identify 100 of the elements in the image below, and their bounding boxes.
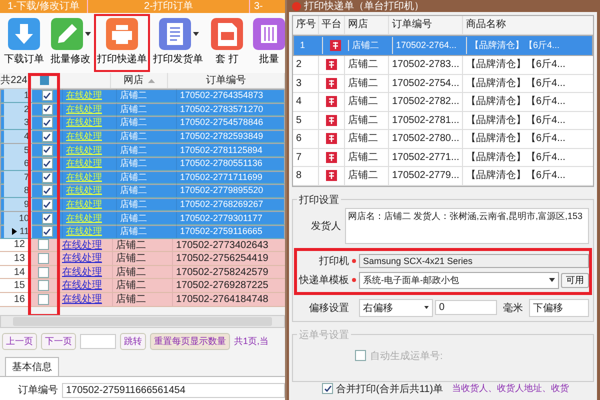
order-row[interactable]: 7 店铺二 170502-2771... 【品牌清仓】【6斤4... (293, 148, 593, 167)
next-page-button[interactable]: 下一页 (41, 332, 76, 350)
offset-input[interactable]: 0 (435, 300, 497, 315)
column-header[interactable]: 网店 (111, 73, 168, 88)
row-checkbox[interactable] (42, 117, 52, 128)
table-cell-text: 【品牌清仓】【6斤4... (465, 94, 566, 109)
row-checkbox[interactable] (42, 104, 52, 115)
row-checkbox[interactable] (38, 280, 48, 292)
platform-icon (326, 170, 337, 182)
table-cell: 170502-2779... (389, 167, 463, 184)
order-row[interactable]: 16 在线处理 店铺二 170502-2764184748 (0, 292, 285, 306)
table-cell: 店铺二 (112, 279, 172, 292)
order-row[interactable]: 12 在线处理 店铺二 170502-2773402643 (0, 238, 285, 252)
table-cell: 170502-2779895520 (176, 184, 281, 198)
row-checkbox[interactable] (38, 266, 48, 278)
order-number-field[interactable]: 170502-275911666561454 (62, 382, 285, 398)
order-row[interactable]: 3 店铺二 170502-2754... 【品牌清仓】【6斤4... (293, 74, 593, 93)
select-all-icon[interactable] (40, 76, 48, 85)
toolbar-button[interactable]: 打印快递单 (94, 14, 150, 72)
order-row[interactable]: 14 在线处理 店铺二 170502-2758242579 (0, 266, 285, 280)
toolbar-button[interactable]: 批量修改 (47, 14, 94, 72)
group-title: 运单号设置 (297, 328, 351, 342)
row-checkbox[interactable] (38, 239, 48, 250)
order-row[interactable]: 15 在线处理 店铺二 170502-2769287225 (0, 279, 285, 293)
column-header[interactable]: 订单编号 (168, 73, 285, 88)
row-checkbox[interactable] (38, 294, 48, 305)
available-button[interactable]: 可用 (561, 272, 589, 288)
offset-dropdown[interactable]: 下偏移 (529, 298, 589, 316)
row-checkbox[interactable] (42, 144, 52, 156)
row-checkbox[interactable] (38, 252, 48, 264)
row-number: 12 (0, 238, 28, 252)
row-number: 14 (0, 266, 28, 278)
table-cell: 店铺二 (349, 36, 393, 54)
row-checkbox[interactable] (42, 90, 52, 102)
column-header[interactable]: 网店 (345, 16, 389, 34)
table-cell: 6 (293, 130, 319, 148)
row-count-header: 共224 (0, 73, 29, 88)
sender-field[interactable]: 网店名：店铺二 发货人：张树涵,云南省,昆明市,富源区,153 (345, 208, 589, 244)
field-label: 快递单模板 (298, 274, 349, 287)
table-cell: 170502-2780551136 (176, 157, 281, 170)
table-cell: 店铺二 (112, 292, 172, 306)
status-link[interactable]: 在线处理 (62, 240, 102, 251)
merge-note: 当收货人、收货人地址、收货 (452, 382, 570, 395)
field-label: 发货人 (310, 220, 341, 232)
toolbar-button[interactable]: 套 打 (206, 14, 248, 72)
table-cell: 170502-2764... (393, 36, 467, 54)
field-label: 打印机 (318, 254, 349, 268)
table-cell: 店铺二 (116, 116, 176, 130)
order-row[interactable]: 11 在线处理 店铺二 170502-2759116665 (0, 224, 285, 239)
row-checkbox[interactable] (42, 212, 52, 224)
table-cell: 店铺二 (345, 93, 389, 110)
template-dropdown[interactable]: 系统-电子面单-邮政小包 (359, 272, 559, 288)
order-row[interactable]: 4 在线处理 店铺二 170502-2782593849 (0, 130, 285, 144)
table-cell: 2 (293, 56, 319, 74)
toolbar-button[interactable]: 打印发货单 (150, 14, 206, 72)
column-header[interactable]: 商品名称 (463, 16, 593, 34)
order-row[interactable]: 5 店铺二 170502-2781... 【品牌清仓】【6斤4... (293, 112, 593, 130)
column-header[interactable]: 平台 (319, 16, 345, 34)
order-row[interactable]: 1 在线处理 店铺二 170502-2764354873 (0, 89, 285, 103)
table-cell: 店铺二 (345, 130, 389, 148)
table-cell-text: 【品牌清仓】【6斤4... (465, 168, 566, 183)
order-row[interactable]: 6 店铺二 170502-2780... 【品牌清仓】【6斤4... (293, 130, 593, 148)
order-row[interactable]: 13 在线处理 店铺二 170502-2756254419 (0, 252, 285, 266)
row-checkbox[interactable] (42, 185, 52, 196)
page-input[interactable] (80, 334, 116, 348)
merge-checkbox[interactable] (322, 383, 333, 394)
column-header[interactable]: 序号 (293, 16, 319, 34)
table-cell: 店铺二 (116, 184, 176, 198)
jump-button[interactable]: 跳转 (120, 332, 146, 350)
table-cell-text: 【品牌清仓】【6斤4... (465, 76, 566, 90)
row-checkbox[interactable] (42, 226, 52, 238)
printer-dropdown[interactable]: Samsung SCX-4x21 Series (359, 254, 589, 268)
prev-page-button[interactable]: 上一页 (2, 332, 37, 350)
status-link[interactable]: 在线处理 (62, 253, 102, 264)
table-cell: 3 (293, 74, 319, 92)
caret-icon (85, 32, 91, 36)
row-checkbox[interactable] (42, 199, 52, 210)
table-cell: 店铺二 (345, 167, 389, 184)
caret-icon (192, 32, 198, 36)
platform-icon (326, 96, 337, 108)
order-row[interactable]: 4 店铺二 170502-2782... 【品牌清仓】【6斤4... (293, 93, 593, 112)
order-row[interactable]: 2 店铺二 170502-2783... 【品牌清仓】【6斤4... (293, 56, 593, 74)
toolbar-button[interactable]: 下载订单 (1, 14, 47, 72)
table-cell-text: 【品牌清仓】【6斤4... (465, 132, 566, 146)
status-link[interactable]: 在线处理 (62, 266, 102, 278)
row-checkbox[interactable] (42, 158, 52, 170)
offset-dropdown[interactable]: 右偏移 (359, 298, 433, 316)
order-row[interactable]: 8 店铺二 170502-2779... 【品牌清仓】【6斤4... (293, 167, 593, 186)
tab[interactable]: 基本信息 (5, 356, 59, 376)
reset-button[interactable]: 重置每页显示数量 (150, 332, 230, 350)
row-checkbox[interactable] (42, 131, 52, 142)
table-cell: 170502-2758242579 (172, 266, 285, 278)
table-cell: 店铺二 (345, 56, 389, 74)
column-header[interactable]: 订单编号 (389, 16, 463, 34)
field-label: 偏移设置 (308, 302, 349, 314)
row-checkbox[interactable] (42, 172, 52, 183)
status-link[interactable]: 在线处理 (62, 280, 102, 292)
scrollbar[interactable] (0, 314, 285, 328)
status-link[interactable]: 在线处理 (62, 294, 102, 305)
checkbox-label: 自动生成运单号: (370, 350, 443, 362)
